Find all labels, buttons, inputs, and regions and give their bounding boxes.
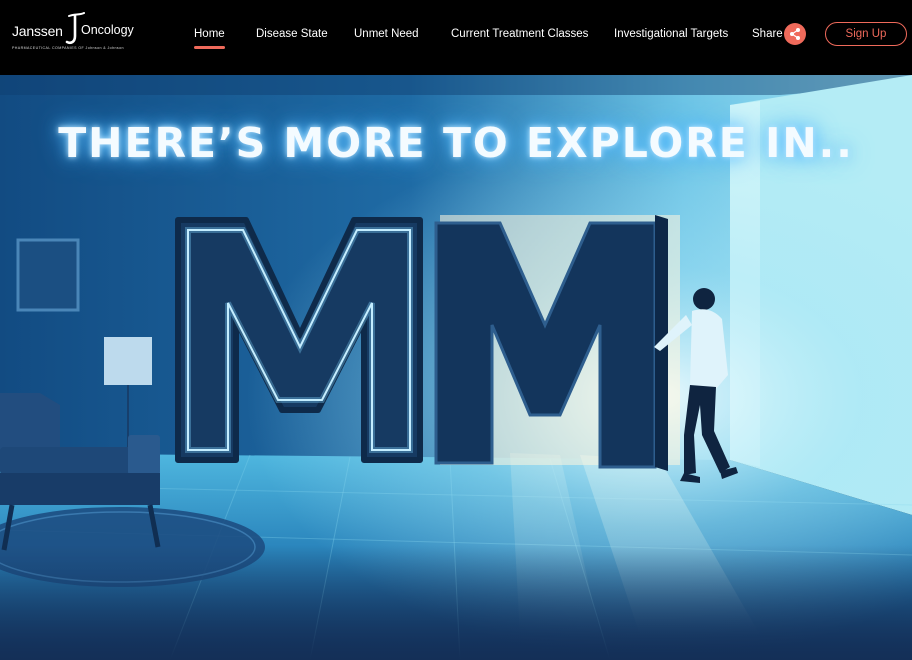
nav-home[interactable]: Home bbox=[194, 28, 225, 49]
nav-current-treatment-classes[interactable]: Current Treatment Classes bbox=[451, 28, 588, 40]
logo-oncology-text: Oncology bbox=[81, 23, 134, 37]
logo-tagline: PHARMACEUTICAL COMPANIES OF Johnson & Jo… bbox=[12, 46, 124, 50]
site-header: Janssen Oncology PHARMACEUTICAL COMPANIE… bbox=[0, 0, 912, 75]
hero-banner: THERE’S MORE TO EXPLORE IN.. bbox=[0, 75, 912, 660]
hero-title: THERE’S MORE TO EXPLORE IN.. bbox=[58, 119, 854, 167]
nav-disease-state[interactable]: Disease State bbox=[256, 28, 328, 40]
share-button[interactable] bbox=[784, 23, 806, 45]
letter-m-right-door bbox=[434, 215, 680, 471]
share-label[interactable]: Share bbox=[752, 28, 783, 40]
sign-up-button[interactable]: Sign Up bbox=[825, 22, 907, 46]
janssen-oncology-logo[interactable]: Janssen Oncology PHARMACEUTICAL COMPANIE… bbox=[12, 12, 134, 56]
share-icon bbox=[790, 28, 800, 40]
nav-investigational-targets[interactable]: Investigational Targets bbox=[614, 28, 728, 40]
logo-janssen-text: Janssen bbox=[12, 23, 63, 39]
nav-unmet-need[interactable]: Unmet Need bbox=[354, 28, 419, 40]
